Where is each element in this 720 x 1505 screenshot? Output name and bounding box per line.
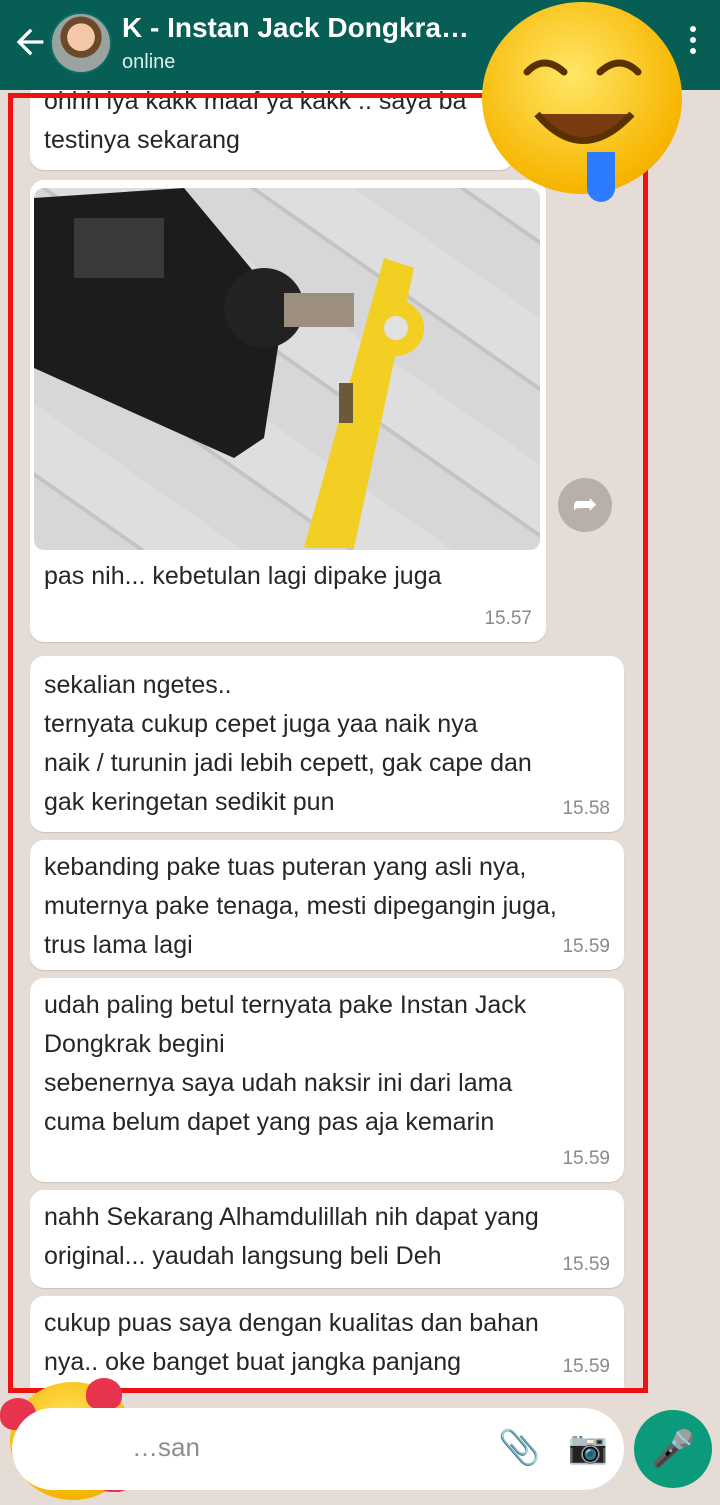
message-bubble[interactable]: nahh Sekarang Alhamdulillah nih dapat ya… [30,1190,624,1288]
drool-drop [587,152,615,202]
message-text: pas nih... kebetulan lagi dipake juga [44,562,442,590]
message-time: 15.59 [562,1148,610,1169]
message-text: udah paling betul ternyata pake Instan J… [44,991,527,1136]
message-text: cukup puas saya dengan kualitas dan baha… [44,1309,539,1376]
message-time: 15.59 [562,1356,610,1377]
message-time: 15.57 [484,608,532,629]
back-arrow-icon[interactable] [10,22,50,62]
message-time: 15.59 [562,936,610,957]
message-text: kebanding pake tuas puteran yang asli ny… [44,853,557,959]
drooling-face-sticker-icon [482,2,682,202]
message-text: ohhh iya kakk maaf ya kakk .. saya ba te… [44,90,467,154]
message-bubble[interactable]: udah paling betul ternyata pake Instan J… [30,978,624,1182]
message-bubble[interactable]: kebanding pake tuas puteran yang asli ny… [30,840,624,970]
message-bubble[interactable]: ohhh iya kakk maaf ya kakk .. saya ba te… [30,90,514,170]
message-bubble[interactable]: cukup puas saya dengan kualitas dan baha… [30,1296,624,1390]
message-input[interactable]: …san [132,1432,200,1463]
drooling-face-drawing [523,59,642,144]
contact-status: online [122,51,176,73]
more-vert-icon[interactable] [688,26,698,60]
message-bubble[interactable]: sekalian ngetes.. ternyata cukup cepet j… [30,656,624,832]
paperclip-icon[interactable]: 📎 [498,1428,540,1468]
jack-photo[interactable] [34,188,540,550]
contact-name[interactable]: K - Instan Jack Dongkra… [122,12,482,44]
camera-icon[interactable]: 📷 [568,1428,608,1468]
share-forward-icon[interactable]: ➦ [558,478,612,532]
jack-photo-drawing [34,188,424,548]
image-message-bubble[interactable]: pas nih... kebetulan lagi dipake juga 15… [30,180,546,642]
message-time: 15.58 [562,798,610,819]
message-text: nahh Sekarang Alhamdulillah nih dapat ya… [44,1203,539,1270]
message-text: sekalian ngetes.. ternyata cukup cepet j… [44,671,532,816]
chat-area[interactable]: ohhh iya kakk maaf ya kakk .. saya ba te… [0,90,720,1390]
heart-icon [86,1378,122,1410]
mic-icon[interactable]: 🎤 [634,1410,712,1488]
message-input-bar[interactable]: …san 📎 📷 [12,1408,624,1490]
message-time: 15.59 [562,1254,610,1275]
contact-avatar[interactable] [50,12,112,74]
